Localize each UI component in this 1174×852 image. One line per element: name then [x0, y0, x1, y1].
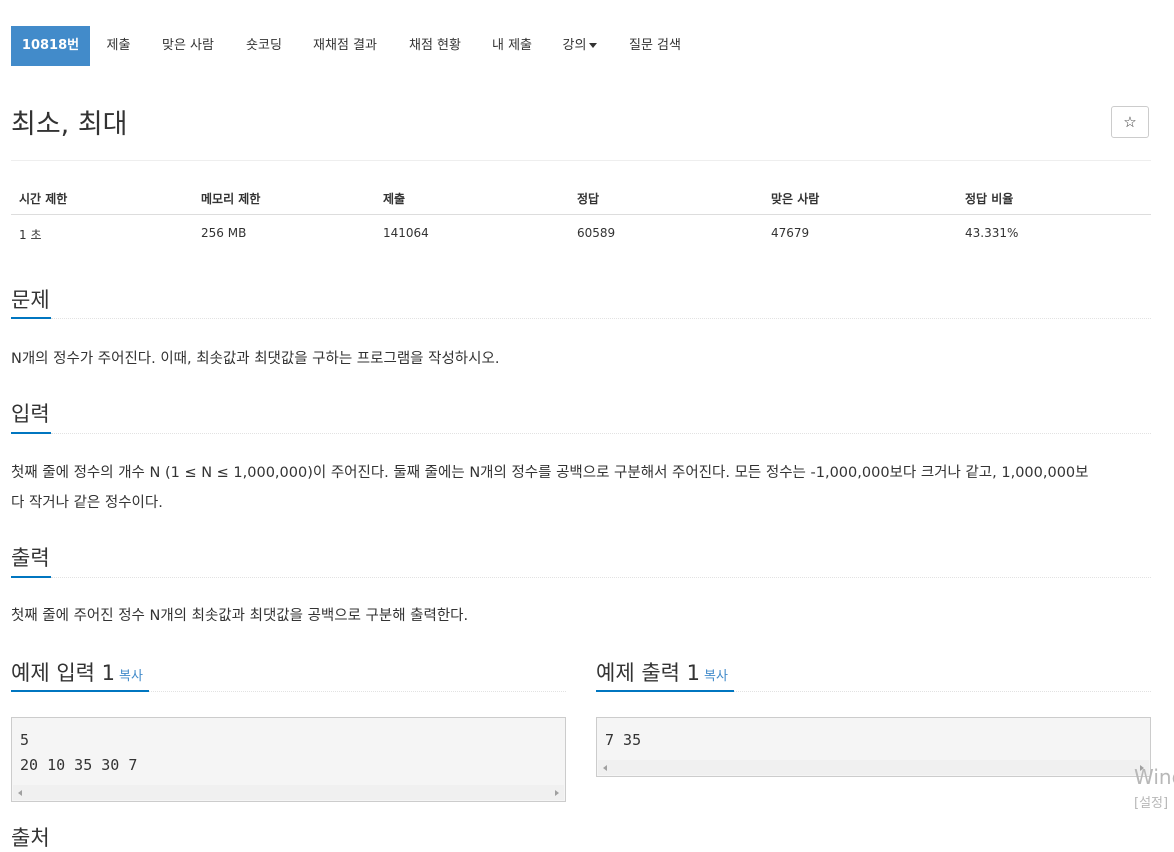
section-output-heading: 출력 — [11, 546, 50, 570]
tab-short-coding[interactable]: 숏코딩 — [229, 26, 299, 66]
watermark-line-1: Wind — [1134, 765, 1174, 789]
value-correct: 60589 — [577, 226, 616, 240]
header-accepted-users: 맞은 사람 — [771, 192, 820, 206]
value-memory-limit: 256 MB — [201, 226, 247, 240]
sample-input-box[interactable]: 5 20 10 35 30 7 — [11, 717, 566, 802]
header-memory-limit: 메모리 제한 — [201, 192, 261, 206]
scroll-left-icon[interactable] — [603, 765, 607, 771]
horizontal-scrollbar[interactable] — [13, 785, 564, 800]
sample-output-title: 예제 출력 1 — [596, 661, 700, 685]
copy-sample-input-link[interactable]: 복사 — [119, 669, 143, 684]
sample-output-line: 7 35 — [605, 731, 642, 749]
tab-my-submissions[interactable]: 내 제출 — [479, 26, 545, 66]
sample-input-line: 5 — [20, 731, 30, 749]
value-accepted-users: 47679 — [771, 226, 810, 240]
tab-judge-status[interactable]: 채점 현황 — [391, 26, 479, 66]
section-divider — [51, 318, 1151, 319]
star-icon: ☆ — [1123, 113, 1137, 131]
caret-down-icon — [589, 43, 598, 48]
tab-problem[interactable]: 10818번 — [11, 26, 90, 66]
output-description: 첫째 줄에 주어진 정수 N개의 최솟값과 최댓값을 공백으로 구분해 출력한다… — [11, 608, 469, 624]
section-underline — [11, 690, 149, 692]
section-underline — [11, 432, 51, 434]
value-submissions: 141064 — [383, 226, 429, 240]
star-button[interactable]: ☆ — [1111, 106, 1149, 138]
title-divider — [11, 160, 1151, 161]
section-problem-heading: 문제 — [11, 288, 50, 312]
section-divider — [734, 691, 1151, 692]
sample-input-line: 20 10 35 30 7 — [20, 756, 138, 774]
input-description: 첫째 줄에 정수의 개수 N (1 ≤ N ≤ 1,000,000)이 주어진다… — [11, 458, 1161, 518]
tab-lectures[interactable]: 강의 — [545, 26, 615, 66]
horizontal-scrollbar[interactable] — [598, 760, 1149, 775]
section-divider — [51, 433, 1151, 434]
input-description-line-2: 다 작거나 같은 정수이다. — [11, 495, 163, 511]
section-divider — [51, 577, 1151, 578]
value-time-limit: 1 초 — [19, 228, 42, 242]
sample-output-heading: 예제 출력 1 복사 — [596, 657, 728, 687]
sample-input-title: 예제 입력 1 — [11, 661, 115, 685]
tab-accepted-users[interactable]: 맞은 사람 — [147, 26, 229, 66]
header-correct: 정답 — [577, 192, 600, 206]
section-source-heading: 출처 — [11, 826, 50, 850]
section-input-heading: 입력 — [11, 402, 50, 426]
problem-description: N개의 정수가 주어진다. 이때, 최솟값과 최댓값을 구하는 프로그램을 작성… — [11, 351, 500, 367]
copy-sample-output-link[interactable]: 복사 — [704, 669, 728, 684]
tab-question-search[interactable]: 질문 검색 — [615, 26, 695, 66]
page-title: 최소, 최대 — [11, 109, 128, 140]
header-submissions: 제출 — [383, 192, 406, 206]
watermark-line-2: [설정] — [1134, 796, 1169, 811]
sample-input-heading: 예제 입력 1 복사 — [11, 657, 143, 687]
table-header-divider — [11, 214, 1151, 215]
tab-submit[interactable]: 제출 — [90, 26, 147, 66]
scroll-right-icon[interactable] — [555, 790, 559, 796]
section-underline — [596, 690, 734, 692]
section-underline — [11, 576, 51, 578]
header-accept-ratio: 정답 비율 — [965, 192, 1014, 206]
tab-lectures-label: 강의 — [562, 38, 587, 53]
tab-rejudge-results[interactable]: 재채점 결과 — [299, 26, 391, 66]
sample-output-box[interactable]: 7 35 — [596, 717, 1151, 777]
scroll-left-icon[interactable] — [18, 790, 22, 796]
section-divider — [149, 691, 566, 692]
value-accept-ratio: 43.331% — [965, 226, 1019, 240]
input-description-line-1: 첫째 줄에 정수의 개수 N (1 ≤ N ≤ 1,000,000)이 주어진다… — [11, 465, 1089, 481]
section-underline — [11, 317, 51, 319]
header-time-limit: 시간 제한 — [19, 192, 68, 206]
